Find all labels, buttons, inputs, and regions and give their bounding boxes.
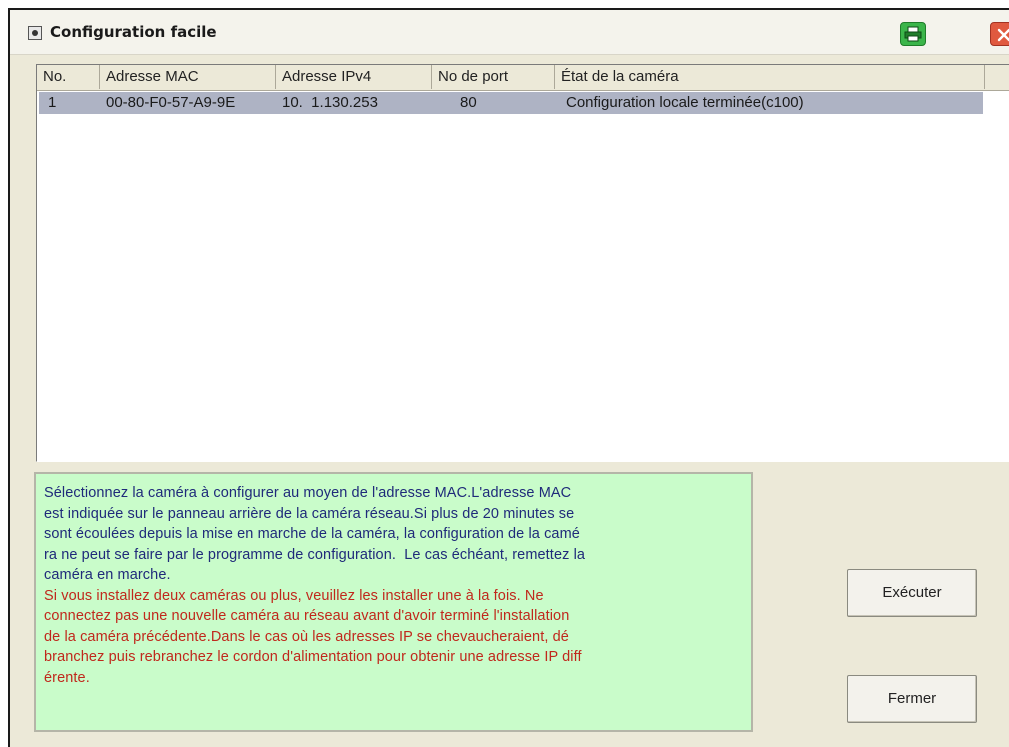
cell-ipv4: 10. 1.130.253 (282, 94, 378, 111)
cell-mac: 00-80-F0-57-A9-9E (106, 94, 236, 111)
column-header-state[interactable]: État de la caméra (555, 65, 985, 89)
instruction-line: sont écoulées depuis la mise en marche d… (44, 526, 580, 542)
title-bar[interactable]: Configuration facile (10, 10, 1009, 55)
table-row[interactable]: 1 00-80-F0-57-A9-9E 10. 1.130.253 80 Con… (39, 92, 983, 114)
close-button[interactable]: Fermer (847, 675, 977, 723)
printer-icon (904, 26, 922, 42)
camera-list[interactable]: No. Adresse MAC Adresse IPv4 No de port … (36, 64, 1009, 462)
close-x-icon (997, 28, 1009, 42)
instruction-line: est indiquée sur le panneau arrière de l… (44, 505, 575, 522)
column-header-no[interactable]: No. (37, 65, 100, 89)
list-header: No. Adresse MAC Adresse IPv4 No de port … (37, 65, 1009, 91)
warning-line: branchez puis rebranchez le cordon d'ali… (44, 649, 582, 665)
cell-no: 1 (48, 94, 57, 111)
column-header-ipv4[interactable]: Adresse IPv4 (276, 65, 432, 89)
instruction-line: Sélectionnez la caméra à configurer au m… (44, 485, 572, 501)
app-icon (28, 26, 42, 40)
instruction-line: caméra en marche. (44, 567, 171, 583)
instructions-panel: Sélectionnez la caméra à configurer au m… (34, 472, 753, 732)
window-title: Configuration facile (50, 23, 217, 41)
warning-line: connectez pas une nouvelle caméra au rés… (44, 608, 570, 624)
cell-state: Configuration locale terminée(c100) (566, 94, 804, 111)
easy-config-window: Configuration facile No. Adresse MAC Adr… (8, 8, 1009, 747)
cell-port: 80 (460, 94, 477, 111)
column-header-filler (985, 65, 1009, 89)
execute-button[interactable]: Exécuter (847, 569, 977, 617)
column-header-port[interactable]: No de port (432, 65, 555, 89)
column-header-mac[interactable]: Adresse MAC (100, 65, 276, 89)
warning-line: Si vous installez deux caméras ou plus, … (44, 587, 544, 604)
instruction-line: ra ne peut se faire par le programme de … (44, 546, 586, 563)
warning-line: de la caméra précédente.Dans le cas où l… (44, 628, 569, 645)
print-button[interactable] (900, 22, 926, 46)
close-window-button[interactable] (990, 22, 1009, 46)
warning-line: érente. (44, 669, 90, 686)
